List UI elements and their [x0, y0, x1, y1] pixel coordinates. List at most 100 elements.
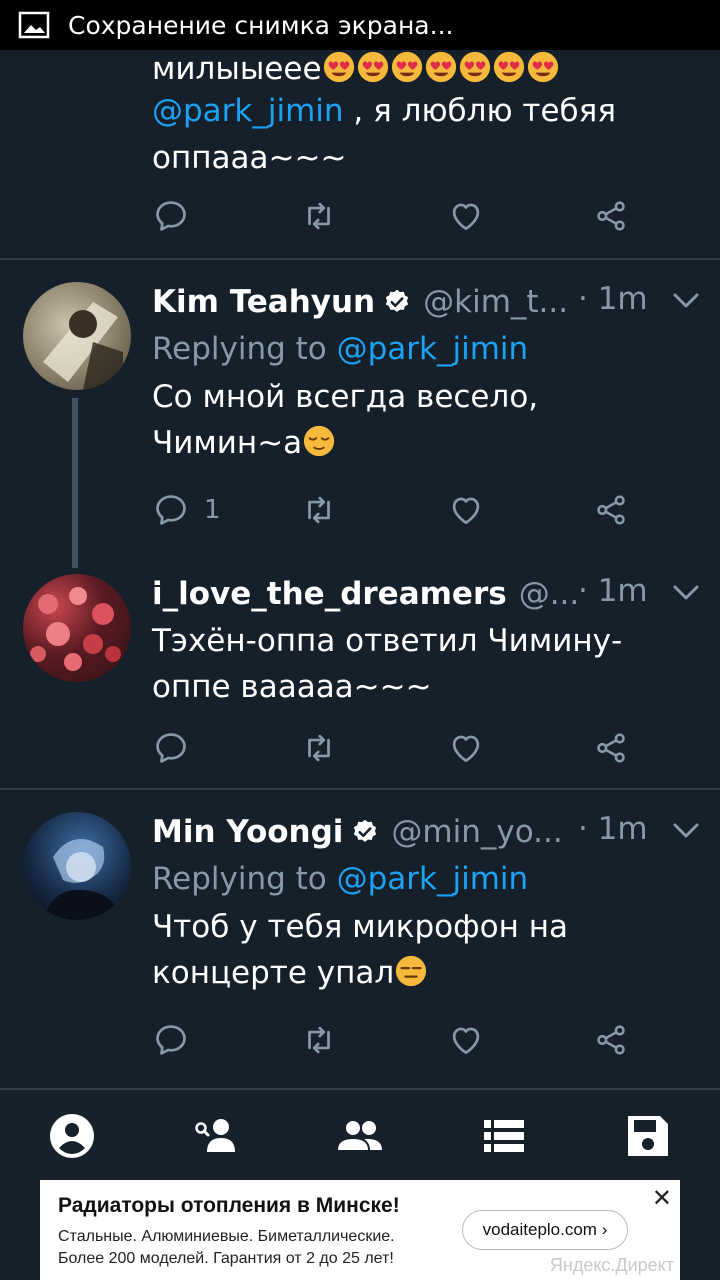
- reply-icon: [152, 1021, 190, 1059]
- tweet-1-actions: [152, 196, 652, 236]
- chevron-down-icon[interactable]: [672, 292, 700, 310]
- ad-brand-label: Яндекс.Директ: [549, 1255, 674, 1275]
- tweet-4[interactable]: Min Yoongi @min_yo... Replying to @park_…: [0, 790, 720, 1080]
- retweet-button[interactable]: [300, 196, 338, 236]
- tweet-4-actions: [152, 1020, 652, 1060]
- ad-title[interactable]: Радиаторы отопления в Минске!: [58, 1194, 400, 1218]
- tweet-1-text-line3: оппааа~~~: [152, 140, 347, 176]
- heart-eyes-emoji-icon: [424, 50, 458, 84]
- display-name[interactable]: Kim Teahyun: [152, 284, 375, 320]
- reply-button[interactable]: [152, 196, 190, 236]
- tweet-3-text-line1: Тэхён-оппа ответил Чимину-: [152, 623, 623, 659]
- username[interactable]: @kim_t...: [423, 284, 568, 320]
- tweet-2-text-line1: Со мной всегда весело,: [152, 379, 539, 415]
- profile-icon[interactable]: [46, 1110, 98, 1162]
- heart-icon: [447, 1021, 485, 1059]
- close-icon[interactable]: ✕: [652, 1184, 672, 1212]
- replying-to-link[interactable]: @park_jimin: [337, 861, 529, 897]
- replying-to: Replying to @park_jimin: [152, 324, 702, 374]
- retweet-button[interactable]: [300, 490, 338, 530]
- heart-icon: [447, 729, 485, 767]
- ad-body-line2: Более 200 моделей. Гарантия от 2 до 25 л…: [58, 1250, 394, 1267]
- ad-link-button[interactable]: vodaiteplo.com ›: [462, 1210, 628, 1250]
- heart-eyes-emoji-icon: [322, 50, 356, 84]
- verified-badge-icon: [383, 288, 411, 316]
- tweet-1-text-line1: милыыеее: [152, 51, 322, 86]
- verified-badge-icon: [351, 818, 379, 846]
- follow-user-icon[interactable]: [190, 1110, 242, 1162]
- ad-body-line1: Стальные. Алюминиевые. Биметаллические.: [58, 1228, 395, 1245]
- retweet-icon: [300, 729, 338, 767]
- display-name[interactable]: i_love_the_dreamers: [152, 576, 507, 612]
- tweet-4-text-line2: концерте упал: [152, 955, 395, 991]
- save-icon[interactable]: [622, 1110, 674, 1162]
- share-icon: [592, 1021, 630, 1059]
- heart-eyes-emoji-icon: [390, 50, 424, 84]
- retweet-button[interactable]: [300, 1020, 338, 1060]
- timestamp: · 1m: [578, 811, 648, 847]
- tweet-1[interactable]: милыыеее @park_jimin , я люблю тебяя опп…: [0, 50, 720, 260]
- replying-to: Replying to @park_jimin: [152, 854, 702, 904]
- tweet-1-text-part2: , я люблю тебяя: [343, 93, 616, 129]
- screenshot-icon: [18, 11, 50, 39]
- tweet-4-text-line1: Чтоб у тебя микрофон на: [152, 909, 568, 945]
- timestamp: · 1m: [578, 281, 648, 317]
- list-icon[interactable]: [478, 1110, 530, 1162]
- chevron-down-icon[interactable]: [672, 822, 700, 840]
- retweet-icon: [300, 491, 338, 529]
- tweet-3-text-line2: оппе вааааа~~~: [152, 669, 432, 705]
- expressionless-emoji-icon: [394, 954, 428, 988]
- username[interactable]: @...: [519, 576, 580, 612]
- share-icon: [592, 197, 630, 235]
- relieved-emoji-icon: [302, 424, 336, 458]
- reply-button[interactable]: [152, 728, 190, 768]
- tweet-3-text: Тэхён-оппа ответил Чимину- оппе вааааа~~…: [152, 618, 702, 710]
- mention-link[interactable]: @park_jimin: [152, 93, 344, 129]
- like-button[interactable]: [447, 196, 485, 236]
- display-name[interactable]: Min Yoongi: [152, 814, 343, 850]
- ad-body: Стальные. Алюминиевые. Биметаллические. …: [58, 1226, 458, 1270]
- ad-banner[interactable]: Радиаторы отопления в Минске! Стальные. …: [40, 1180, 680, 1280]
- heart-eyes-emoji-icon: [492, 50, 526, 84]
- reply-count: 1: [204, 495, 221, 525]
- people-icon[interactable]: [334, 1110, 386, 1162]
- status-bar: Сохранение снимка экрана...: [0, 0, 720, 50]
- tweet-3[interactable]: i_love_the_dreamers @... Тэхён-оппа отве…: [0, 560, 720, 788]
- share-icon: [592, 729, 630, 767]
- tweet-2-text-line2: Чимин~а: [152, 425, 303, 461]
- retweet-button[interactable]: [300, 728, 338, 768]
- reply-icon: [152, 491, 190, 529]
- heart-eyes-emoji-icon: [526, 50, 560, 84]
- retweet-icon: [300, 197, 338, 235]
- bottom-navigation: [0, 1088, 720, 1182]
- share-button[interactable]: [592, 196, 630, 236]
- heart-icon: [447, 491, 485, 529]
- like-button[interactable]: [447, 728, 485, 768]
- replying-to-link[interactable]: @park_jimin: [337, 331, 529, 367]
- like-button[interactable]: [447, 1020, 485, 1060]
- tweet-4-text: Чтоб у тебя микрофон на концерте упал: [152, 904, 702, 996]
- retweet-icon: [300, 1021, 338, 1059]
- share-button[interactable]: [592, 728, 630, 768]
- share-button[interactable]: [592, 1020, 630, 1060]
- tweet-2-text: Со мной всегда весело, Чимин~а: [152, 374, 702, 466]
- username[interactable]: @min_yo...: [391, 814, 562, 850]
- thread-line: [72, 398, 78, 568]
- avatar[interactable]: [23, 282, 131, 390]
- avatar[interactable]: [23, 574, 131, 682]
- avatar[interactable]: [23, 812, 131, 920]
- tweet-1-content: милыыеее @park_jimin , я люблю тебяя опп…: [152, 50, 702, 180]
- tweet-2[interactable]: Kim Teahyun @kim_t... Replying to @park_…: [0, 260, 720, 568]
- like-button[interactable]: [447, 490, 485, 530]
- chevron-down-icon[interactable]: [672, 584, 700, 602]
- share-icon: [592, 491, 630, 529]
- status-notification: Сохранение снимка экрана...: [68, 10, 454, 40]
- avatar-image: [43, 839, 123, 920]
- avatar-image: [43, 302, 123, 390]
- tweet-1-text: милыыеее @park_jimin , я люблю тебяя опп…: [152, 50, 702, 180]
- replying-prefix: Replying to: [152, 331, 337, 367]
- reply-button[interactable]: [152, 1020, 190, 1060]
- reply-button[interactable]: 1: [152, 490, 221, 530]
- share-button[interactable]: [592, 490, 630, 530]
- heart-eyes-emoji-icon: [458, 50, 492, 84]
